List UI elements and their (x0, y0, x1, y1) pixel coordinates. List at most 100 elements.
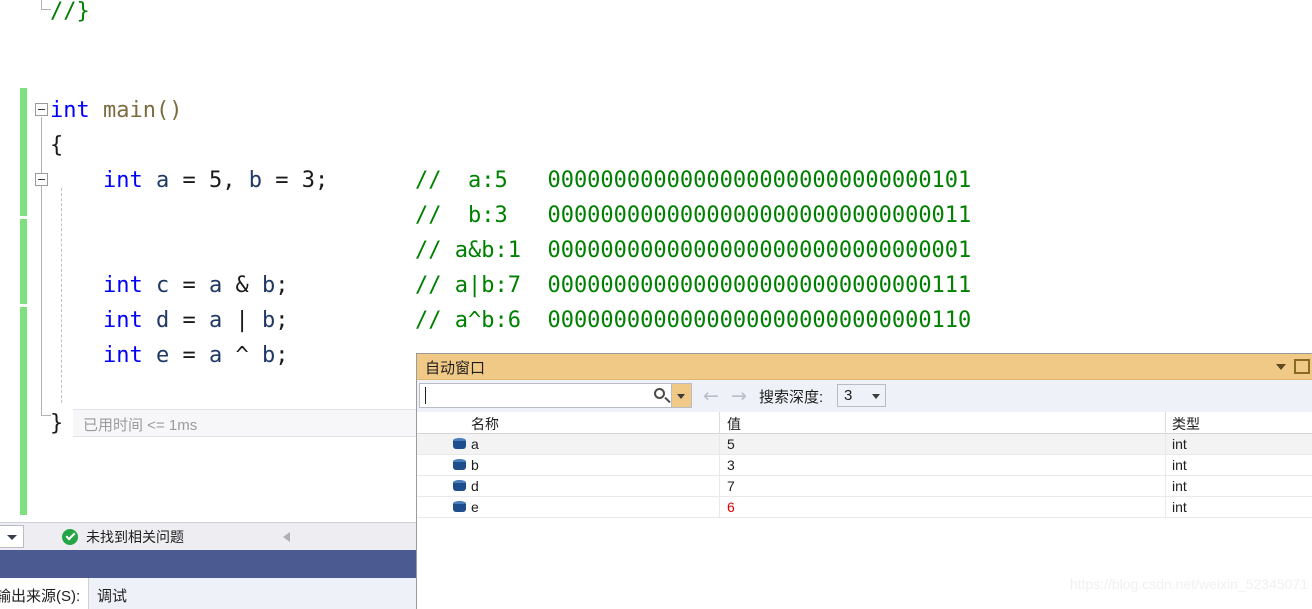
variable-type-cell: int (1172, 499, 1187, 515)
column-divider[interactable] (1165, 412, 1166, 434)
variable-value-cell: 5 (727, 436, 735, 452)
table-row[interactable]: a 5 int (417, 434, 1312, 455)
column-header-value[interactable]: 值 (727, 414, 741, 434)
elapsed-time-text: 已用时间 <= 1ms (83, 417, 198, 434)
chevron-down-icon (7, 535, 17, 540)
code-token: c (155, 273, 170, 298)
search-depth-dropdown[interactable]: 3 (837, 384, 886, 407)
code-token: b (261, 343, 276, 368)
outline-collapse-toggle[interactable] (35, 103, 48, 116)
code-token: int (50, 98, 90, 123)
code-line: } (50, 406, 63, 441)
output-source-label: 输出来源(S): (0, 588, 81, 605)
code-comment-line: // a:5 00000000000000000000000000000101 (415, 168, 972, 193)
code-comment-line: // a&b:1 0000000000000000000000000000000… (415, 238, 972, 263)
column-header-type[interactable]: 类型 (1172, 414, 1200, 434)
error-filter-dropdown[interactable] (0, 525, 24, 548)
outline-collapse-toggle[interactable] (35, 173, 48, 186)
autos-toolbar[interactable]: ← → 搜索深度: 3 (417, 380, 1312, 412)
text-caret (425, 387, 426, 404)
autos-variables-grid[interactable]: 名称 值 类型 a 5 int b 3 int d 7 int e 6 int (417, 412, 1312, 518)
code-token: = (169, 343, 209, 368)
code-token: , (222, 168, 249, 193)
navigate-forward-icon[interactable]: → (731, 387, 747, 406)
code-line: int a = 5, b = 3; (50, 163, 328, 198)
window-accent-band (0, 550, 417, 578)
code-token: int (102, 168, 143, 193)
table-row[interactable]: e 6 int (417, 497, 1312, 518)
cell-divider (1165, 434, 1166, 455)
cell-divider (719, 476, 720, 497)
variable-value-cell: 6 (727, 499, 735, 515)
code-token: b (261, 273, 276, 298)
code-token: int (102, 308, 143, 333)
cell-divider (1165, 476, 1166, 497)
table-row[interactable]: b 3 int (417, 455, 1312, 476)
code-token: } (50, 411, 64, 436)
cell-divider (719, 434, 720, 455)
visual-studio-debug-screen: //} int main() { int a = 5, b = 3; int c =… (0, 0, 1312, 609)
code-token: = (169, 168, 209, 193)
code-token: 3 (301, 168, 315, 193)
error-status-text: 未找到相关问题 (86, 529, 184, 545)
code-token: a (208, 308, 223, 333)
chevron-down-icon (677, 394, 685, 399)
cell-divider (719, 497, 720, 518)
success-check-icon (62, 529, 78, 545)
code-token: ; (275, 273, 289, 298)
variable-name-cell: a (471, 436, 479, 452)
code-token: b (261, 308, 276, 333)
variable-name-cell: b (471, 457, 479, 473)
code-token: ; (275, 308, 289, 333)
code-comment-line: // a|b:7 0000000000000000000000000000011… (415, 273, 972, 298)
search-depth-label: 搜索深度: (759, 389, 824, 406)
search-options-dropdown[interactable] (672, 383, 692, 408)
output-source-value: 调试 (97, 588, 128, 605)
code-token: | (222, 308, 262, 333)
chevron-down-icon (872, 394, 880, 399)
chevron-down-icon[interactable] (1276, 364, 1286, 370)
autos-title-bar[interactable]: 自动窗口 (417, 354, 1312, 380)
code-comment-line: // a^b:6 0000000000000000000000000000011… (415, 308, 972, 333)
close-icon[interactable] (1294, 359, 1310, 374)
change-bar-indicator (20, 219, 27, 304)
code-token: int (102, 343, 143, 368)
code-token: & (222, 273, 262, 298)
code-token: d (155, 308, 170, 333)
variable-name-cell: d (471, 478, 479, 494)
autos-tool-window[interactable]: 自动窗口 ← → 搜索深度: 3 名称 值 类型 a 5 int b 3 int… (416, 353, 1312, 609)
scroll-left-icon[interactable] (283, 532, 290, 542)
variable-type-cell: int (1172, 457, 1187, 473)
code-line: int d = a | b; (50, 303, 289, 338)
code-line: { (50, 128, 63, 163)
cell-divider (719, 455, 720, 476)
code-token: main() (89, 98, 183, 123)
code-token: 5 (208, 168, 223, 193)
code-token: = (261, 168, 302, 193)
search-icon[interactable] (654, 388, 665, 399)
column-header-name[interactable]: 名称 (471, 414, 499, 434)
code-line: int e = a ^ b; (50, 338, 289, 373)
code-token: //} (50, 0, 90, 24)
column-divider[interactable] (719, 412, 720, 434)
output-source-row: 输出来源(S): 调试 (0, 578, 417, 609)
code-token: a (155, 168, 170, 193)
variable-type-cell: int (1172, 436, 1187, 452)
variable-cube-icon (453, 480, 467, 493)
output-source-dropdown[interactable]: 调试 (88, 578, 417, 609)
search-input[interactable] (419, 383, 672, 408)
navigate-back-icon[interactable]: ← (703, 387, 719, 406)
code-token: = (169, 273, 209, 298)
outline-guide (41, 0, 42, 9)
code-comment-line: // b:3 00000000000000000000000000000011 (415, 203, 972, 228)
outline-guide (41, 117, 42, 415)
table-row[interactable]: d 7 int (417, 476, 1312, 497)
